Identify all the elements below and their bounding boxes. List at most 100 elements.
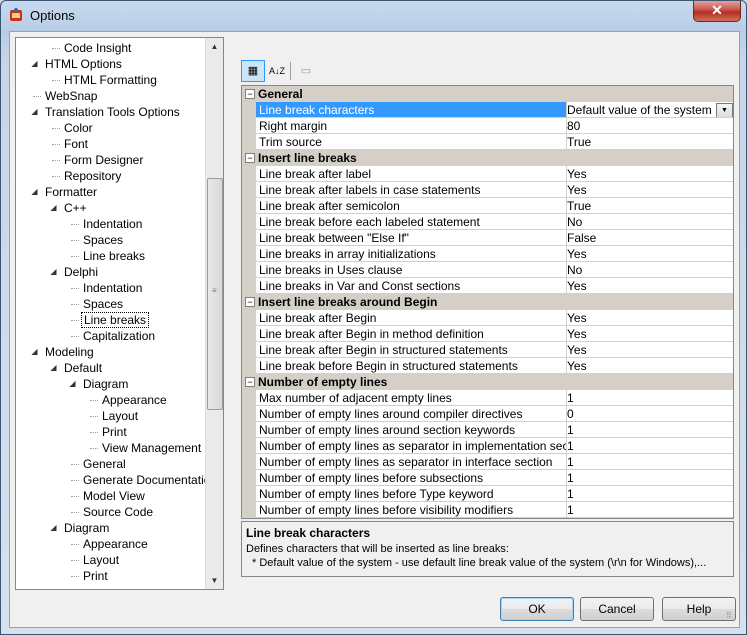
property-name[interactable]: Number of empty lines before visibility … (256, 502, 567, 518)
property-value[interactable]: 1 (564, 470, 733, 486)
property-row[interactable]: Line break before each labeled statement… (242, 214, 733, 230)
tree-item[interactable]: Capitalization (71, 328, 157, 344)
property-row[interactable]: Number of empty lines as separator in in… (242, 454, 733, 470)
property-row[interactable]: Line break after Begin in structured sta… (242, 342, 733, 358)
categorized-button[interactable]: ▦ (241, 60, 265, 82)
title-bar[interactable]: Options ✕ (1, 1, 746, 31)
tree-item[interactable]: Print (71, 568, 110, 584)
property-row[interactable]: Line break after Begin in method definit… (242, 326, 733, 342)
property-value[interactable]: 1 (564, 502, 733, 518)
tree-item[interactable]: Model View (71, 488, 147, 504)
expand-triangle-icon[interactable]: ◢ (49, 203, 58, 212)
tree-item[interactable]: Layout (71, 552, 121, 568)
dropdown-arrow-icon[interactable]: ▼ (716, 103, 733, 117)
property-name[interactable]: Number of empty lines before subsections (256, 470, 567, 486)
expand-triangle-icon[interactable]: ◢ (68, 379, 77, 388)
tree-item[interactable]: Spaces (71, 296, 125, 312)
expand-triangle-icon[interactable]: ◢ (49, 523, 58, 532)
scroll-up-arrow-icon[interactable]: ▲ (206, 38, 223, 55)
collapse-icon[interactable]: − (245, 297, 255, 307)
tree-item[interactable]: ◢ HTML Options (31, 56, 124, 72)
cancel-button[interactable]: Cancel (580, 597, 654, 621)
collapse-icon[interactable]: − (245, 153, 255, 163)
expand-triangle-icon[interactable]: ◢ (49, 267, 58, 276)
property-name[interactable]: Number of empty lines around compiler di… (256, 406, 567, 422)
category-row[interactable]: − Number of empty lines (242, 374, 733, 390)
tree-item[interactable]: View Management (90, 440, 203, 456)
property-value[interactable]: Yes (564, 326, 733, 342)
close-button[interactable]: ✕ (693, 1, 741, 22)
tree-item[interactable]: ◢ Delphi (50, 264, 100, 280)
property-name[interactable]: Number of empty lines around section key… (256, 422, 567, 438)
expand-triangle-icon[interactable]: ◢ (30, 347, 39, 356)
property-row[interactable]: Number of empty lines before subsections… (242, 470, 733, 486)
tree-item[interactable]: Repository (52, 168, 123, 184)
property-row[interactable]: Max number of adjacent empty lines 1 (242, 390, 733, 406)
category-row[interactable]: − General (242, 86, 733, 102)
help-button[interactable]: Help (662, 597, 736, 621)
tree-item[interactable]: ◢ Default (50, 360, 104, 376)
property-value[interactable]: Yes (564, 182, 733, 198)
property-name[interactable]: Line break before each labeled statement (256, 214, 567, 230)
property-value[interactable]: No (564, 262, 733, 278)
property-row[interactable]: Line break characters Default value of th… (242, 102, 733, 118)
expand-triangle-icon[interactable]: ◢ (30, 59, 39, 68)
property-name[interactable]: Line break before Begin in structured st… (256, 358, 567, 374)
property-name[interactable]: Line break after Begin (256, 310, 567, 326)
property-value[interactable]: Yes (564, 358, 733, 374)
property-value[interactable]: 1 (564, 390, 733, 406)
tree-item[interactable]: Line breaks (71, 312, 150, 328)
tree-item[interactable]: ◢ Diagram (50, 520, 111, 536)
tree-item[interactable]: ◢ Formatter (31, 184, 99, 200)
property-pages-button[interactable]: ▭ (294, 60, 318, 82)
property-row[interactable]: Line break after label Yes (242, 166, 733, 182)
property-value[interactable]: 0 (564, 406, 733, 422)
property-row[interactable]: Line break after labels in case statemen… (242, 182, 733, 198)
property-value[interactable]: Yes (564, 246, 733, 262)
property-value[interactable]: Yes (564, 166, 733, 182)
property-row[interactable]: Line breaks in array initializations Yes (242, 246, 733, 262)
collapse-icon[interactable]: − (245, 89, 255, 99)
tree-item[interactable]: Color (52, 120, 95, 136)
tree-item[interactable]: Indentation (71, 280, 144, 296)
property-row[interactable]: Number of empty lines before Type keywor… (242, 486, 733, 502)
scroll-down-arrow-icon[interactable]: ▼ (206, 572, 223, 589)
tree-item[interactable]: Font (52, 136, 90, 152)
tree-item[interactable]: Generate Documentation (71, 472, 219, 488)
property-name[interactable]: Number of empty lines as separator in im… (256, 438, 567, 454)
property-name[interactable]: Line break after semicolon (256, 198, 567, 214)
collapse-icon[interactable]: − (245, 377, 255, 387)
tree-item[interactable]: ◢ Translation Tools Options (31, 104, 182, 120)
resize-grip-icon[interactable]: ⠿ (726, 612, 738, 626)
tree-item[interactable]: ◢ Modeling (31, 344, 96, 360)
property-value[interactable]: 1 (564, 454, 733, 470)
category-row[interactable]: − Insert line breaks around Begin (242, 294, 733, 310)
property-value[interactable]: Yes (564, 342, 733, 358)
property-row[interactable]: Number of empty lines as separator in im… (242, 438, 733, 454)
tree-item[interactable]: General (71, 456, 128, 472)
tree-item[interactable]: Indentation (71, 216, 144, 232)
property-value[interactable]: 1 (564, 422, 733, 438)
property-name[interactable]: Line break after label (256, 166, 567, 182)
property-name[interactable]: Number of empty lines as separator in in… (256, 454, 567, 470)
property-value[interactable]: Default value of the system ▼ (564, 102, 733, 118)
tree-item[interactable]: HTML Formatting (52, 72, 159, 88)
scroll-thumb[interactable]: ≡ (207, 178, 223, 410)
property-value[interactable]: False (564, 230, 733, 246)
property-name[interactable]: Line break after labels in case statemen… (256, 182, 567, 198)
alphabetical-button[interactable]: A↓Z (265, 60, 289, 82)
property-name[interactable]: Line break characters (256, 102, 567, 118)
property-name[interactable]: Line break after Begin in structured sta… (256, 342, 567, 358)
property-value[interactable]: True (564, 134, 733, 150)
property-value[interactable]: 1 (564, 486, 733, 502)
property-row[interactable]: Line break after semicolon True (242, 198, 733, 214)
property-value[interactable]: 1 (564, 438, 733, 454)
property-name[interactable]: Line breaks in Var and Const sections (256, 278, 567, 294)
property-name[interactable]: Trim source (256, 134, 567, 150)
property-value[interactable]: Yes (564, 278, 733, 294)
tree-item[interactable]: ◢ C++ (50, 200, 89, 216)
property-row[interactable]: Line breaks in Uses clause No (242, 262, 733, 278)
property-name[interactable]: Line break after Begin in method definit… (256, 326, 567, 342)
tree-scrollbar[interactable]: ▲ ≡ ▼ (205, 38, 223, 589)
expand-triangle-icon[interactable]: ◢ (49, 363, 58, 372)
